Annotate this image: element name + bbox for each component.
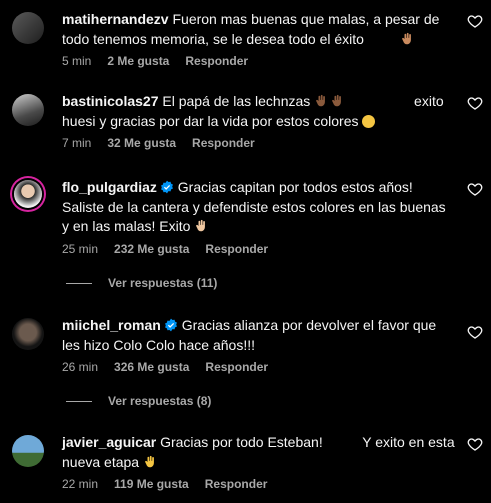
avatar[interactable] [12,12,44,44]
likes-count[interactable]: 119 Me gusta [114,477,189,491]
view-replies-button[interactable]: Ver respuestas (8) [66,394,211,408]
black-heart-emoji [347,94,361,108]
comment-text: flo_pulgardiaz Gracias capitan por todos… [62,179,446,234]
comment-text: miichel_roman Gracias alianza por devolv… [62,317,437,353]
comment-meta: 26 min 326 Me gusta Responder [62,360,455,374]
heart-icon[interactable] [467,436,483,452]
view-replies-button[interactable]: Ver respuestas (11) [66,276,217,290]
likes-count[interactable]: 232 Me gusta [114,242,189,256]
reply-button[interactable]: Responder [192,136,255,150]
horns-hand-emoji [144,455,158,469]
comment-meta: 25 min 232 Me gusta Responder [62,242,455,256]
black-heart-emoji [379,94,393,108]
white-heart-emoji [369,32,383,46]
verified-badge-icon [164,318,178,332]
white-heart-emoji [395,94,409,108]
likes-count[interactable]: 326 Me gusta [114,360,189,374]
likes-count[interactable]: 32 Me gusta [107,136,176,150]
heart-icon[interactable] [467,324,483,340]
black-heart-emoji [344,435,358,449]
comment-meta: 22 min 119 Me gusta Responder [62,477,455,491]
reply-button[interactable]: Responder [185,54,248,68]
heart-icon[interactable] [467,13,483,29]
avatar[interactable] [12,94,44,126]
white-heart-emoji [363,94,377,108]
likes-count[interactable]: 2 Me gusta [107,54,169,68]
comment-text: matihernandezv Fueron mas buenas que mal… [62,11,440,47]
divider [66,400,92,402]
timestamp: 25 min [62,241,99,256]
reply-button[interactable]: Responder [205,242,268,256]
divider [66,282,92,284]
username[interactable]: bastinicolas27 [62,93,159,109]
reply-button[interactable]: Responder [205,360,268,374]
comment-meta: 7 min 32 Me gusta Responder [62,136,455,150]
avatar[interactable] [12,318,44,350]
grimace-emoji [362,114,376,128]
timestamp: 22 min [62,477,99,491]
avatar[interactable] [14,180,42,208]
horns-hand-emoji [401,32,415,46]
black-heart-emoji [227,219,241,233]
verified-badge-icon [160,180,174,194]
username[interactable]: flo_pulgardiaz [62,179,157,195]
white-heart-emoji [328,435,342,449]
black-heart-emoji [385,32,399,46]
timestamp: 7 min [62,136,92,150]
username[interactable]: miichel_roman [62,317,161,333]
comment-meta: 5 min 2 Me gusta Responder [62,54,455,68]
comment-text: bastinicolas27 El papá de las lechnzas e… [62,93,444,129]
timestamp: 5 min [62,54,92,68]
heart-icon[interactable] [467,95,483,111]
username[interactable]: matihernandezv [62,11,169,27]
heart-icon[interactable] [467,181,483,197]
comment-text: javier_aguicar Gracias por todo Esteban!… [62,434,455,470]
horns-hand-emoji [331,94,345,108]
white-heart-emoji [211,219,225,233]
horns-hand-emoji [315,94,329,108]
timestamp: 26 min [62,360,99,374]
reply-button[interactable]: Responder [205,477,268,491]
username[interactable]: javier_aguicar [62,434,156,450]
horns-hand-emoji [195,219,209,233]
avatar[interactable] [12,435,44,467]
